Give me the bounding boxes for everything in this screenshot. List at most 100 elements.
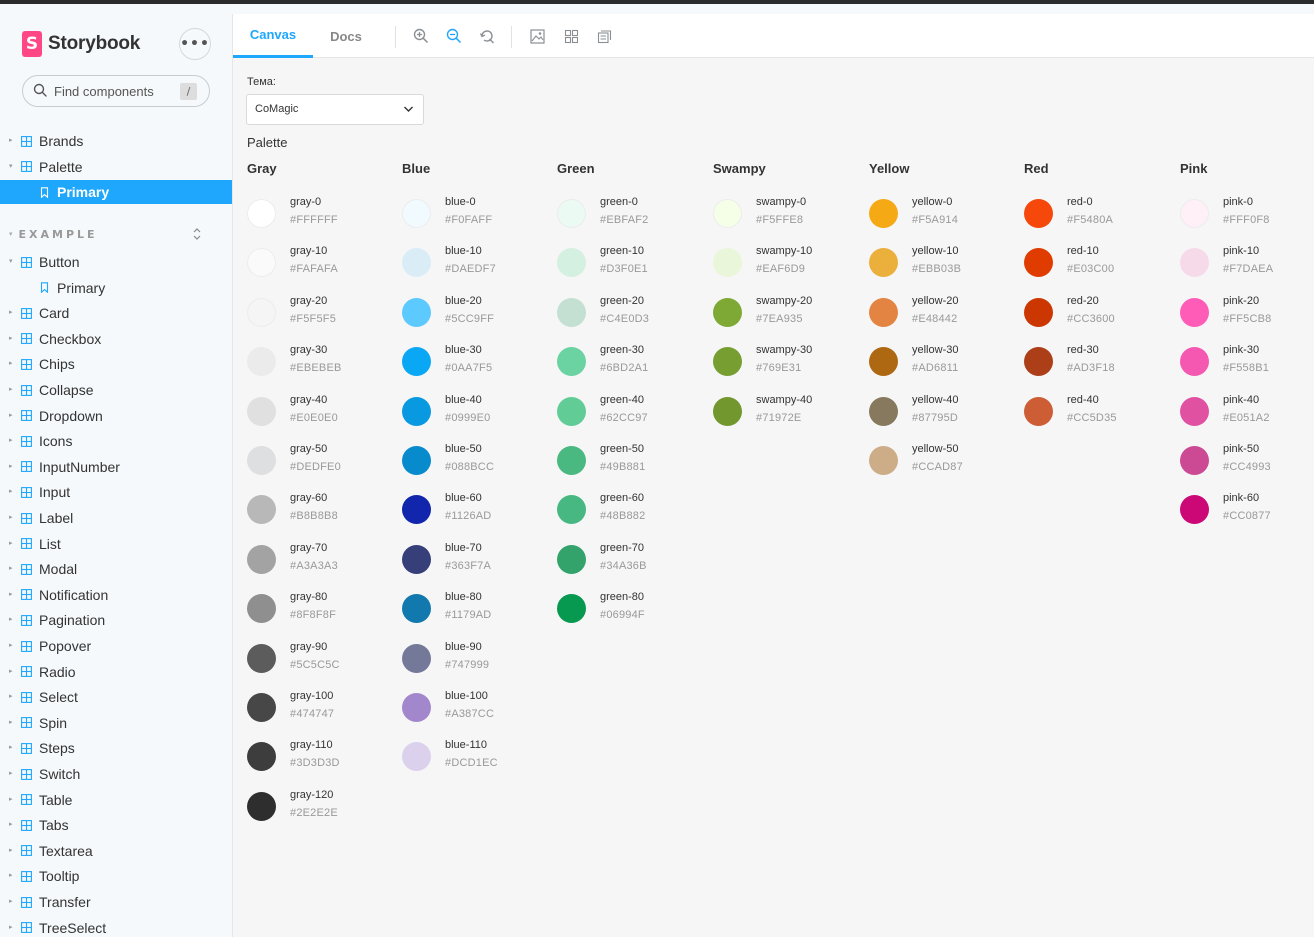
color-name: green-10 (600, 245, 645, 258)
color-swatch: pink-10 #F7DAEA (1180, 245, 1314, 281)
grid-icon[interactable] (561, 26, 581, 46)
theme-select[interactable]: CoMagic (246, 94, 424, 125)
color-swatch: gray-30 #EBEBEB (247, 344, 397, 380)
sidebar-item-checkbox[interactable]: ▸ Checkbox (0, 327, 232, 351)
caret-right-icon: ▸ (9, 437, 13, 445)
sidebar-item-button[interactable]: ▾ Button (0, 250, 232, 274)
color-name: yellow-10 (912, 245, 959, 258)
color-name: pink-60 (1223, 492, 1260, 505)
color-swatch: gray-80 #8F8F8F (247, 591, 397, 627)
sidebar-item-dropdown[interactable]: ▸ Dropdown (0, 404, 232, 428)
sidebar-item-select[interactable]: ▸ Select (0, 685, 232, 709)
search-field[interactable]: Find components / (22, 75, 210, 107)
search-input[interactable]: Find components (54, 84, 154, 99)
sidebar-item-switch[interactable]: ▸ Switch (0, 762, 232, 786)
color-hex: #CC0877 (1223, 510, 1271, 523)
sidebar-item-notification[interactable]: ▸ Notification (0, 583, 232, 607)
color-name: swampy-20 (756, 294, 813, 307)
color-hex: #A387CC (445, 708, 495, 720)
caret-right-icon: ▸ (9, 770, 13, 777)
color-name: green-80 (600, 591, 645, 604)
sidebar-item-list[interactable]: ▸ List (0, 532, 232, 556)
color-dot (713, 297, 742, 327)
sidebar-item-popover[interactable]: ▸ Popover (0, 634, 232, 658)
sidebar-item-collapse[interactable]: ▸ Collapse (0, 378, 232, 402)
component-icon (21, 135, 32, 147)
color-dot (1024, 347, 1053, 377)
color-name: green-60 (600, 492, 645, 505)
color-hex: #8F8F8F (290, 609, 337, 622)
sidebar-item-label: Modal (39, 561, 78, 578)
sidebar-item-tooltip[interactable]: ▸ Tooltip (0, 864, 232, 888)
sidebar-item-chips[interactable]: ▸ Chips (0, 352, 232, 376)
color-hex: #D3F0E1 (600, 263, 648, 276)
component-icon (21, 333, 32, 345)
tab-docs[interactable]: Docs (313, 14, 379, 58)
color-swatch: gray-20 #F5F5F5 (247, 295, 397, 331)
color-dot (557, 495, 586, 525)
color-name: red-10 (1067, 245, 1099, 258)
color-dot (713, 396, 742, 426)
color-dot (402, 693, 431, 722)
sidebar-item-radio[interactable]: ▸ Radio (0, 660, 232, 684)
sidebar-item-modal[interactable]: ▸ Modal (0, 557, 232, 581)
color-swatch: green-80 #06994F (557, 591, 707, 627)
sidebar-item-input[interactable]: ▸ Input (0, 480, 232, 504)
sidebar-item-label[interactable]: ▸ Label (0, 506, 232, 530)
color-name: gray-120 (290, 788, 334, 801)
caret-right-icon: ▸ (9, 539, 13, 547)
sidebar-story-primary[interactable]: Primary (0, 180, 232, 204)
color-hex: #EBB03B (912, 263, 962, 276)
color-name: yellow-30 (912, 344, 959, 357)
zoom-in-icon[interactable] (411, 26, 431, 46)
color-swatch: yellow-0 #F5A914 (869, 196, 1019, 232)
background-icon[interactable] (527, 26, 547, 46)
color-swatch: green-20 #C4E0D3 (557, 295, 707, 331)
color-hex: #0AA7F5 (445, 362, 493, 375)
color-name: swampy-30 (756, 344, 813, 357)
zoom-reset-icon[interactable] (477, 26, 497, 46)
sidebar-item-label: Primary (57, 279, 106, 296)
zoom-out-icon[interactable] (444, 26, 464, 46)
color-dot (402, 199, 431, 228)
color-hex: #E051A2 (1223, 411, 1270, 424)
sidebar-item-palette[interactable]: ▾ Palette (0, 155, 232, 179)
color-hex: #1179AD (445, 609, 492, 622)
color-dot (869, 199, 898, 228)
color-dot (713, 347, 742, 377)
sidebar-item-card[interactable]: ▸ Card (0, 301, 232, 325)
sidebar-item-inputnumber[interactable]: ▸ InputNumber (0, 455, 232, 479)
color-swatch: blue-30 #0AA7F5 (402, 344, 552, 380)
outline-icon[interactable] (594, 26, 614, 46)
sidebar-item-treeselect[interactable]: ▸ TreeSelect (0, 916, 232, 937)
sidebar-item-steps[interactable]: ▸ Steps (0, 736, 232, 760)
sidebar-menu-button[interactable]: ••• (179, 28, 211, 60)
sidebar-item-tabs[interactable]: ▸ Tabs (0, 813, 232, 837)
color-hex: #474747 (290, 708, 335, 720)
expand-collapse-icon[interactable] (192, 227, 202, 241)
component-icon (21, 256, 32, 268)
section-header-example[interactable]: ▾ EXAMPLE (9, 226, 209, 242)
caret-right-icon: ▸ (9, 795, 13, 803)
sidebar-item-label: List (39, 535, 61, 552)
component-icon (21, 358, 32, 370)
color-dot (557, 199, 586, 228)
color-hex: #EAF6D9 (756, 263, 806, 276)
sidebar-item-spin[interactable]: ▸ Spin (0, 711, 232, 735)
color-name: pink-50 (1223, 443, 1260, 455)
sidebar-item-icons[interactable]: ▸ Icons (0, 429, 232, 453)
color-hex: #FFF0F8 (1223, 214, 1270, 226)
sidebar-item-textarea[interactable]: ▸ Textarea (0, 839, 232, 863)
color-swatch: blue-40 #0999E0 (402, 394, 552, 430)
storybook-brand[interactable]: S Storybook (22, 30, 140, 58)
caret-right-icon: ▸ (9, 590, 13, 598)
tab-canvas[interactable]: Canvas (233, 14, 313, 58)
sidebar-item-brands[interactable]: ▸ Brands (0, 129, 232, 153)
component-icon (21, 410, 32, 422)
sidebar-item-transfer[interactable]: ▸ Transfer (0, 890, 232, 914)
sidebar-item-table[interactable]: ▸ Table (0, 788, 232, 812)
color-dot (1180, 396, 1209, 426)
color-dot (247, 297, 276, 327)
sidebar-item-pagination[interactable]: ▸ Pagination (0, 608, 232, 632)
sidebar-story-primary[interactable]: Primary (0, 276, 232, 300)
